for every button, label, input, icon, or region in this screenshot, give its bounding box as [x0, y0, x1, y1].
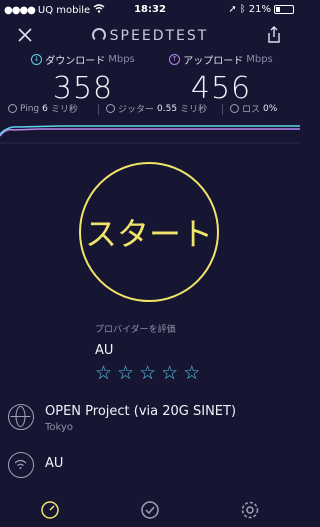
- jitter-unit: ミリ秒: [180, 105, 208, 115]
- status-bar: ●●●● UQ mobile 18:32 ➚ ᛒ 21%: [0, 0, 300, 20]
- download-icon: ↓: [31, 54, 43, 65]
- speed-icon: [41, 501, 59, 519]
- upload-icon: ↑: [169, 54, 181, 65]
- loss-value: 0%: [263, 103, 278, 114]
- jitter-icon: [106, 104, 115, 113]
- upload-metric: ↑ アップロード Mbps 456: [146, 52, 296, 106]
- download-label: ダウンロード: [45, 56, 106, 67]
- ping-stat: Ping 6 ミリ秒: [8, 102, 78, 115]
- stats-divider: [98, 104, 99, 115]
- wifi-icon: [8, 452, 34, 478]
- jitter-stat: ジッター 0.55 ミリ秒: [106, 102, 207, 115]
- share-button[interactable]: [266, 26, 286, 46]
- location-icon: ➚: [228, 4, 237, 15]
- download-unit: Mbps: [108, 54, 135, 65]
- rate-provider-label: プロバイダーを評価: [95, 325, 176, 335]
- bluetooth-icon: ᛒ: [239, 4, 246, 15]
- server-name: OPEN Project (via 20G SINET): [45, 404, 237, 419]
- speedtest-logo: SPEEDTEST: [0, 28, 300, 44]
- star-icon[interactable]: ☆: [117, 364, 134, 383]
- upload-value: 456: [190, 71, 252, 106]
- provider-rating: プロバイダーを評価 AU ☆ ☆ ☆ ☆ ☆: [95, 322, 275, 383]
- ping-label: Ping: [20, 103, 40, 114]
- download-graph-line: [0, 125, 300, 135]
- download-label-row: ↓ ダウンロード Mbps: [8, 52, 158, 67]
- stats-row: Ping 6 ミリ秒 ジッター 0.55 ミリ秒 ロス 0%: [0, 102, 300, 118]
- gauge-icon: [91, 28, 106, 42]
- ping-icon: [8, 104, 17, 113]
- rating-stars: ☆ ☆ ☆ ☆ ☆: [95, 364, 275, 383]
- tab-settings[interactable]: 設定: [238, 500, 262, 524]
- header: SPEEDTEST: [0, 22, 300, 50]
- loss-stat: ロス 0%: [230, 102, 277, 115]
- star-icon[interactable]: ☆: [95, 364, 112, 383]
- start-button-label: スタート: [84, 215, 213, 253]
- status-right: ➚ ᛒ 21%: [228, 4, 294, 15]
- tab-results[interactable]: 結果: [138, 500, 162, 524]
- download-value: 358: [52, 71, 114, 106]
- download-metric: ↓ ダウンロード Mbps 358: [8, 52, 158, 106]
- upload-label: アップロード: [183, 56, 244, 67]
- results-icon: [141, 501, 159, 519]
- provider-name: AU: [95, 343, 114, 358]
- jitter-label: ジッター: [118, 105, 155, 115]
- star-icon[interactable]: ☆: [139, 364, 156, 383]
- ping-value: 6: [42, 103, 48, 114]
- ping-unit: ミリ秒: [50, 105, 78, 115]
- battery-percent: 21%: [248, 4, 271, 15]
- battery-icon: [274, 5, 294, 14]
- isp-row[interactable]: AU: [8, 452, 298, 478]
- loss-label: ロス: [242, 105, 261, 115]
- upload-label-row: ↑ アップロード Mbps: [146, 52, 296, 67]
- star-icon[interactable]: ☆: [183, 364, 200, 383]
- upload-unit: Mbps: [246, 54, 273, 65]
- star-icon[interactable]: ☆: [161, 364, 178, 383]
- jitter-value: 0.55: [157, 103, 178, 114]
- loss-icon: [230, 104, 239, 113]
- server-location: Tokyo: [45, 422, 73, 433]
- upload-graph-line: [0, 128, 300, 137]
- stats-divider: [222, 104, 223, 115]
- settings-icon: [241, 501, 259, 519]
- share-icon: [268, 26, 280, 43]
- speed-graph: [0, 125, 300, 144]
- tab-bar: 速度 結果 設定: [0, 496, 300, 527]
- start-button[interactable]: スタート: [79, 162, 219, 302]
- tab-speed[interactable]: 速度: [38, 500, 62, 524]
- server-row[interactable]: OPEN Project (via 20G SINET) Tokyo: [8, 404, 298, 440]
- globe-icon: [8, 404, 34, 430]
- logo-text: SPEEDTEST: [109, 28, 209, 44]
- battery-fill: [276, 7, 280, 12]
- isp-name: AU: [45, 456, 64, 471]
